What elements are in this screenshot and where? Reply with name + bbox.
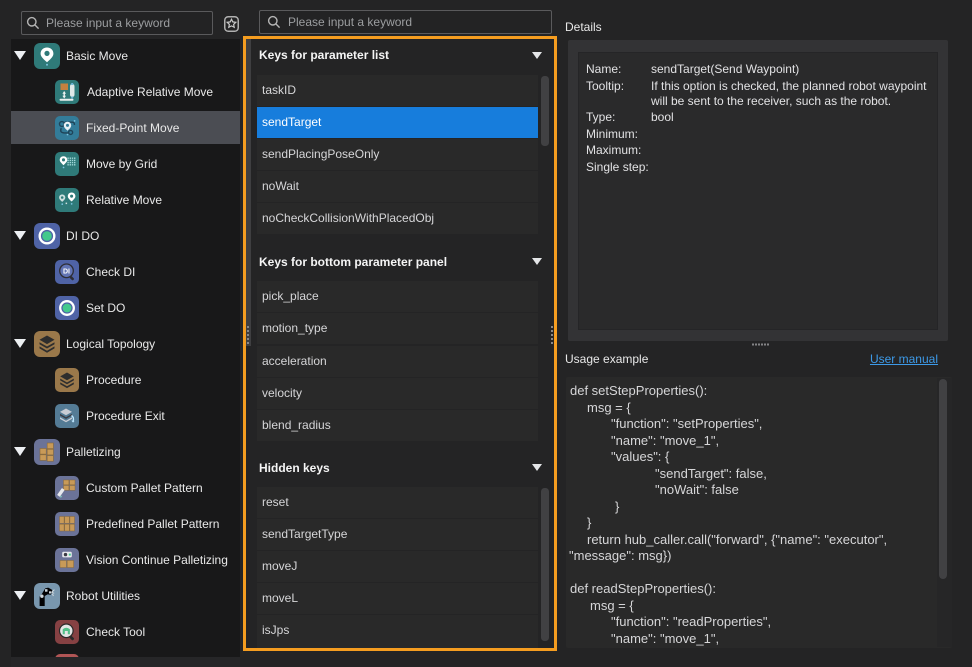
svg-text:DI: DI [63, 268, 70, 275]
